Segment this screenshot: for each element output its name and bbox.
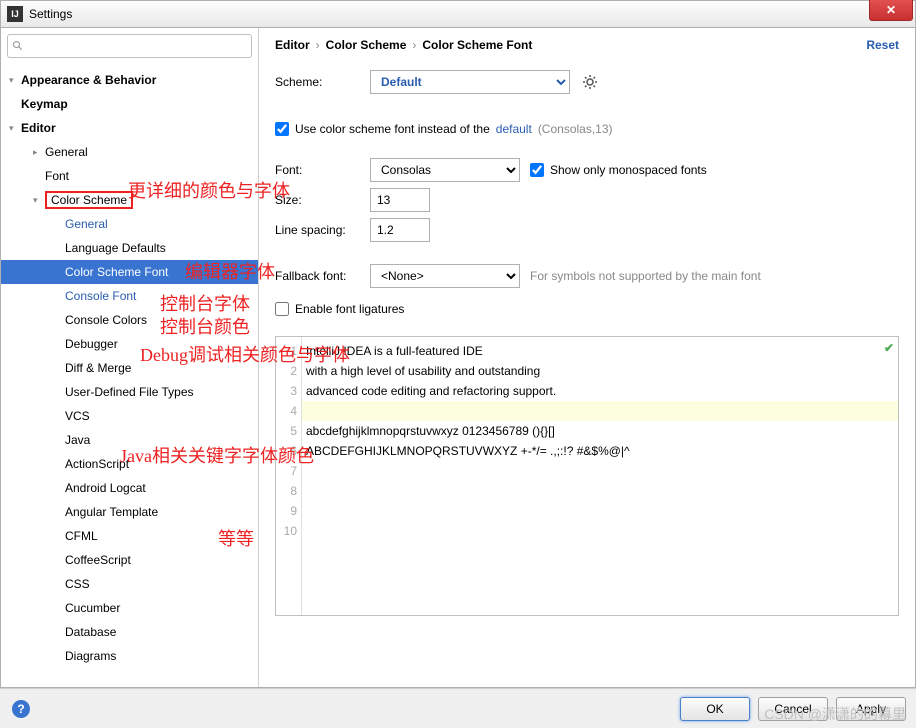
tree-label: Editor <box>21 121 56 135</box>
tree-label: Diff & Merge <box>65 361 131 375</box>
tree-label: User-Defined File Types <box>65 385 194 399</box>
font-preview: 12345678910 IntelliJ IDEA is a full-feat… <box>275 336 899 616</box>
close-icon: ✕ <box>886 3 896 17</box>
help-button[interactable]: ? <box>12 700 30 718</box>
chevron-right-icon: › <box>412 38 416 52</box>
sidebar: ▾Appearance & BehaviorKeymap▾Editor▸Gene… <box>1 28 259 687</box>
fallback-hint: For symbols not supported by the main fo… <box>530 269 761 283</box>
tree-label: Appearance & Behavior <box>21 73 156 87</box>
tree-label: Language Defaults <box>65 241 166 255</box>
tree-item-font[interactable]: Font <box>1 164 258 188</box>
default-link[interactable]: default <box>496 122 532 136</box>
ok-button[interactable]: OK <box>680 697 750 721</box>
title-bar: IJ Settings ✕ <box>0 0 916 28</box>
fallback-select[interactable]: <None> <box>370 264 520 288</box>
mono-checkbox[interactable] <box>530 163 544 177</box>
reset-link[interactable]: Reset <box>866 38 899 52</box>
tree-item-css[interactable]: CSS <box>1 572 258 596</box>
tree-label: Debugger <box>65 337 118 351</box>
tree-item-general[interactable]: ▸General <box>1 140 258 164</box>
tree-item-actionscript[interactable]: ActionScript <box>1 452 258 476</box>
tree-label: Database <box>65 625 116 639</box>
default-info: (Consolas,13) <box>538 122 613 136</box>
tree-item-android-logcat[interactable]: Android Logcat <box>1 476 258 500</box>
close-button[interactable]: ✕ <box>869 0 913 21</box>
tree-label: Cucumber <box>65 601 120 615</box>
tree-item-angular-template[interactable]: Angular Template <box>1 500 258 524</box>
crumb-font: Color Scheme Font <box>422 38 532 52</box>
size-label: Size: <box>275 193 360 207</box>
spacing-input[interactable] <box>370 218 430 242</box>
check-icon: ✔ <box>884 341 894 355</box>
tree-label: Color Scheme <box>51 193 127 207</box>
preview-text: IntelliJ IDEA is a full-featured IDE wit… <box>306 341 630 541</box>
tree-label: CoffeeScript <box>65 553 131 567</box>
tree-arrow-icon: ▾ <box>9 75 21 86</box>
line-gutter: 12345678910 <box>276 337 302 615</box>
tree-label: Android Logcat <box>65 481 146 495</box>
tree-item-language-defaults[interactable]: Language Defaults <box>1 236 258 260</box>
chevron-right-icon: › <box>316 38 320 52</box>
scheme-select[interactable]: Default <box>370 70 570 94</box>
fallback-label: Fallback font: <box>275 269 360 283</box>
tree-item-color-scheme-font[interactable]: Color Scheme Font <box>1 260 258 284</box>
crumb-editor[interactable]: Editor <box>275 38 310 52</box>
tree-arrow-icon: ▾ <box>33 195 45 206</box>
scheme-label: Scheme: <box>275 75 360 89</box>
tree-item-diagrams[interactable]: Diagrams <box>1 644 258 668</box>
tree-label: CSS <box>65 577 90 591</box>
use-font-label: Use color scheme font instead of the <box>295 122 490 136</box>
size-input[interactable] <box>370 188 430 212</box>
tree-item-editor[interactable]: ▾Editor <box>1 116 258 140</box>
search-icon <box>12 40 24 52</box>
tree-item-vcs[interactable]: VCS <box>1 404 258 428</box>
tree-label: Font <box>45 169 69 183</box>
font-label: Font: <box>275 163 360 177</box>
app-icon: IJ <box>7 6 23 22</box>
gear-icon[interactable] <box>580 72 600 92</box>
tree-label: ActionScript <box>65 457 129 471</box>
tree-label: CFML <box>65 529 98 543</box>
settings-tree[interactable]: ▾Appearance & BehaviorKeymap▾Editor▸Gene… <box>1 64 258 687</box>
tree-arrow-icon: ▸ <box>33 147 45 158</box>
breadcrumb: Editor › Color Scheme › Color Scheme Fon… <box>275 38 899 52</box>
tree-arrow-icon: ▾ <box>9 123 21 134</box>
tree-label: Keymap <box>21 97 68 111</box>
crumb-color-scheme[interactable]: Color Scheme <box>326 38 407 52</box>
tree-label: Console Colors <box>65 313 147 327</box>
tree-label: VCS <box>65 409 90 423</box>
tree-item-java[interactable]: Java <box>1 428 258 452</box>
mono-label: Show only monospaced fonts <box>550 163 707 177</box>
tree-item-console-colors[interactable]: Console Colors <box>1 308 258 332</box>
tree-label: Color Scheme Font <box>65 265 168 279</box>
tree-item-database[interactable]: Database <box>1 620 258 644</box>
tree-item-cfml[interactable]: CFML <box>1 524 258 548</box>
ligatures-label: Enable font ligatures <box>295 302 404 316</box>
window-title: Settings <box>29 7 72 21</box>
tree-label: General <box>45 145 88 159</box>
tree-item-general[interactable]: General <box>1 212 258 236</box>
tree-label: Java <box>65 433 90 447</box>
use-font-checkbox[interactable] <box>275 122 289 136</box>
tree-item-user-defined-file-types[interactable]: User-Defined File Types <box>1 380 258 404</box>
tree-item-appearance-behavior[interactable]: ▾Appearance & Behavior <box>1 68 258 92</box>
tree-label: Angular Template <box>65 505 158 519</box>
tree-item-cucumber[interactable]: Cucumber <box>1 596 258 620</box>
tree-item-color-scheme[interactable]: ▾ Color Scheme <box>1 188 258 212</box>
tree-label: Diagrams <box>65 649 116 663</box>
tree-label: Console Font <box>65 289 136 303</box>
tree-item-debugger[interactable]: Debugger <box>1 332 258 356</box>
spacing-label: Line spacing: <box>275 223 360 237</box>
search-input[interactable] <box>7 34 252 58</box>
tree-item-keymap[interactable]: Keymap <box>1 92 258 116</box>
ligatures-checkbox[interactable] <box>275 302 289 316</box>
tree-label: General <box>65 217 108 231</box>
watermark: CSDN @潇潇的的幕里 <box>764 704 906 724</box>
tree-item-diff-merge[interactable]: Diff & Merge <box>1 356 258 380</box>
font-select[interactable]: Consolas <box>370 158 520 182</box>
tree-item-console-font[interactable]: Console Font <box>1 284 258 308</box>
tree-item-coffeescript[interactable]: CoffeeScript <box>1 548 258 572</box>
main-panel: Editor › Color Scheme › Color Scheme Fon… <box>259 28 915 687</box>
